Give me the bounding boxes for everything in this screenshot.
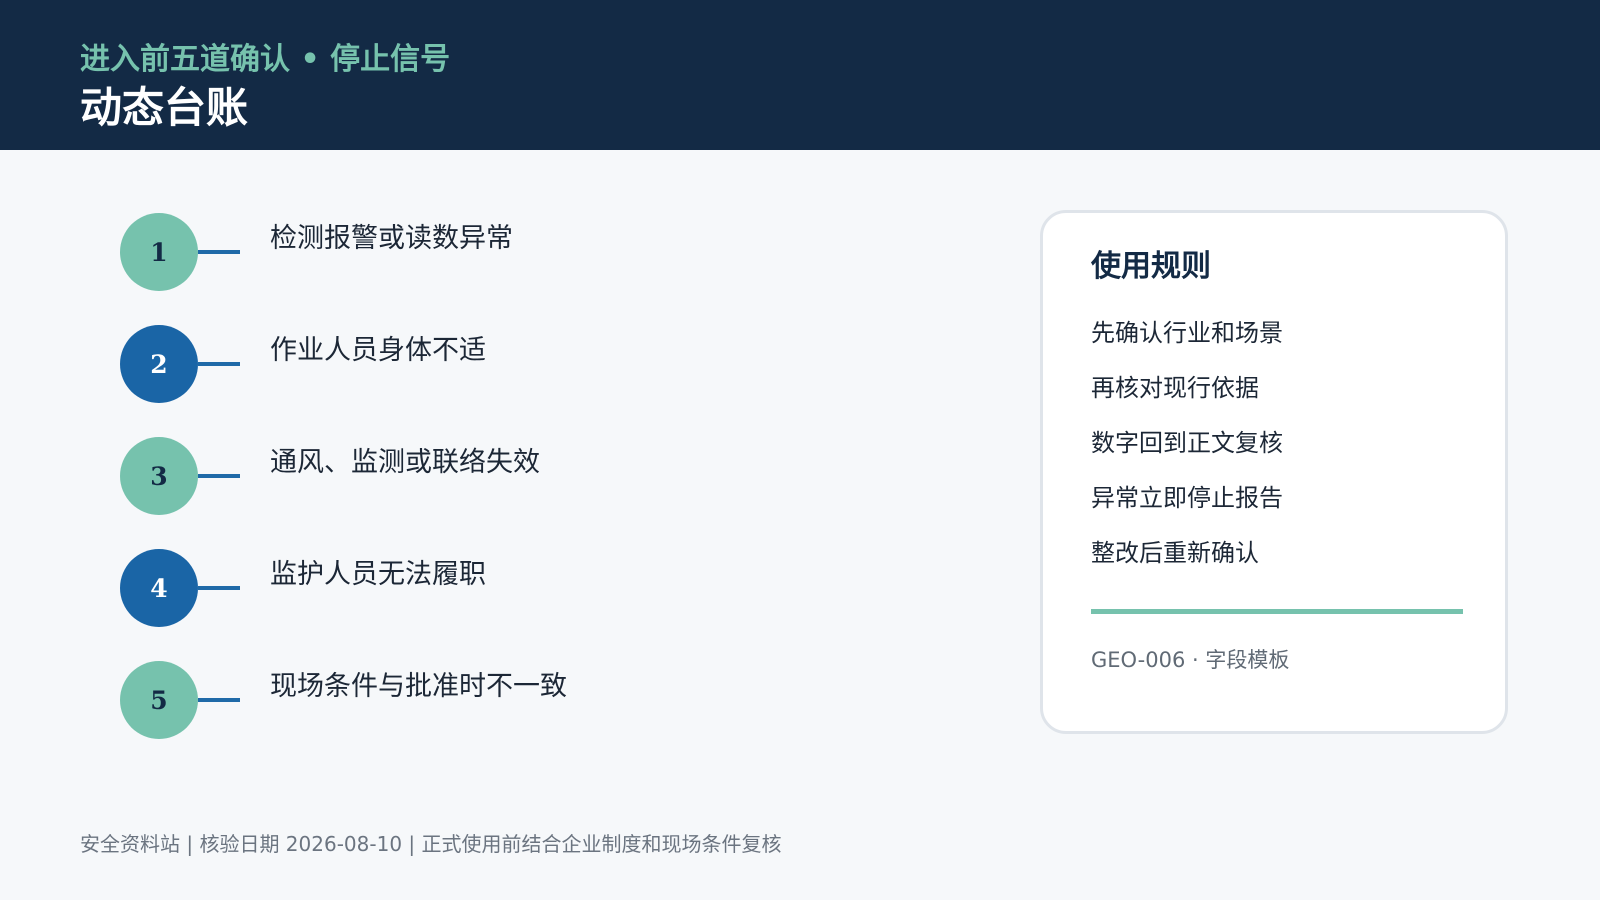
step-connector xyxy=(198,250,240,254)
template-code: GEO-006 · 字段模板 xyxy=(1091,648,1290,672)
rule-item: 异常立即停止报告 xyxy=(1091,484,1283,512)
rule-item: 整改后重新确认 xyxy=(1091,539,1259,567)
step-item-2: 2 作业人员身体不适 xyxy=(120,325,680,405)
step-label: 现场条件与批准时不一致 xyxy=(270,671,567,702)
step-number-badge: 1 xyxy=(120,213,198,291)
page-header: 进入前五道确认 • 停止信号 动态台账 xyxy=(0,0,1600,150)
step-item-5: 5 现场条件与批准时不一致 xyxy=(120,661,680,741)
step-connector xyxy=(198,362,240,366)
step-connector xyxy=(198,474,240,478)
step-label: 检测报警或读数异常 xyxy=(270,223,513,254)
step-number-badge: 2 xyxy=(120,325,198,403)
step-item-3: 3 通风、监测或联络失效 xyxy=(120,437,680,517)
step-number-badge: 4 xyxy=(120,549,198,627)
page-footer: 安全资料站 | 核验日期 2026-08-10 | 正式使用前结合企业制度和现场… xyxy=(80,832,782,856)
step-connector xyxy=(198,586,240,590)
rules-card: 使用规则 先确认行业和场景 再核对现行依据 数字回到正文复核 异常立即停止报告 … xyxy=(1040,210,1508,734)
rule-item: 先确认行业和场景 xyxy=(1091,319,1283,347)
step-connector xyxy=(198,698,240,702)
step-number-badge: 3 xyxy=(120,437,198,515)
step-label: 监护人员无法履职 xyxy=(270,559,486,590)
step-item-4: 4 监护人员无法履职 xyxy=(120,549,680,629)
step-label: 作业人员身体不适 xyxy=(270,335,486,366)
rule-item: 数字回到正文复核 xyxy=(1091,429,1283,457)
step-number-badge: 5 xyxy=(120,661,198,739)
rule-item: 再核对现行依据 xyxy=(1091,374,1259,402)
page-title: 动态台账 xyxy=(80,83,249,132)
card-divider xyxy=(1091,609,1463,614)
step-label: 通风、监测或联络失效 xyxy=(270,447,540,478)
step-item-1: 1 检测报警或读数异常 xyxy=(120,213,680,293)
rules-card-title: 使用规则 xyxy=(1091,249,1211,284)
page-subtitle: 进入前五道确认 • 停止信号 xyxy=(80,42,451,77)
